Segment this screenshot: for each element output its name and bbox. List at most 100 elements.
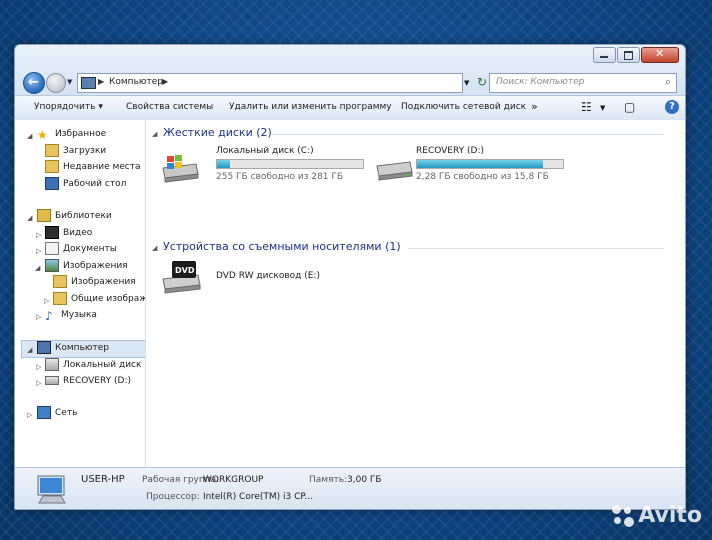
collapse-arrow-icon[interactable]: ◢ [35, 264, 40, 272]
preview-pane-icon[interactable]: ▢ [624, 100, 635, 114]
collapse-arrow-icon[interactable]: ◢ [27, 346, 32, 354]
recent-places-icon [45, 160, 59, 173]
group-divider [408, 248, 664, 249]
expand-arrow-icon[interactable]: ▷ [44, 297, 49, 305]
nav-computer[interactable]: Компьютер [37, 341, 109, 356]
maximize-button[interactable] [617, 47, 640, 63]
back-button[interactable]: ← [23, 72, 45, 94]
downloads-folder-icon [45, 144, 59, 157]
view-options-dropdown[interactable]: ▼ [600, 104, 605, 112]
dvd-drive-icon: DVD [162, 261, 201, 294]
expand-arrow-icon[interactable]: ▷ [36, 247, 41, 255]
drive-c-free-space: 255 ГБ свободно из 281 ГБ [216, 172, 344, 182]
help-icon[interactable]: ? [665, 100, 679, 114]
search-box[interactable]: Поиск: Компьютер ⌕ [489, 73, 677, 93]
breadcrumb-computer[interactable]: Компьютер [109, 77, 163, 87]
avito-logo-icon [612, 505, 635, 527]
network-icon [37, 406, 51, 419]
nav-network-label: Сеть [55, 408, 78, 418]
forward-button[interactable] [46, 73, 66, 93]
nav-my-images-label: Изображения [71, 277, 136, 287]
nav-computer-label: Компьютер [55, 343, 109, 353]
computer-icon [37, 341, 51, 354]
nav-public-images[interactable]: Общие изображе [53, 292, 145, 307]
music-icon: ♪ [45, 309, 53, 323]
minimize-button[interactable] [593, 47, 616, 63]
nav-video[interactable]: Видео [45, 226, 92, 241]
hard-disk-icon [45, 358, 59, 371]
recent-pages-dropdown[interactable]: ▼ [67, 78, 72, 86]
expand-arrow-icon[interactable]: ▷ [36, 313, 41, 321]
organize-button[interactable]: Упорядочить ▾ [34, 102, 103, 112]
dvd-badge: DVD [175, 266, 195, 275]
expand-arrow-icon[interactable]: ▷ [36, 231, 41, 239]
nav-network[interactable]: Сеть [37, 406, 77, 421]
group-divider [272, 134, 664, 135]
search-input[interactable]: Поиск: Компьютер [496, 77, 584, 87]
view-options-icon[interactable]: ☷ [581, 100, 592, 114]
address-dropdown[interactable]: ▼ [464, 79, 469, 87]
windows-drive-icon [162, 155, 199, 183]
group-removable-storage[interactable]: Устройства со съемными носителями (1) [163, 240, 401, 253]
nav-music-label: Музыка [61, 310, 97, 320]
nav-images-label: Изображения [63, 261, 128, 271]
nav-desktop-label: Рабочий стол [63, 179, 127, 189]
watermark-text: Avito [638, 503, 702, 528]
nav-recovery-label: RECOVERY (D:) [63, 376, 132, 386]
collapse-arrow-icon[interactable]: ◢ [27, 132, 32, 140]
back-arrow-icon: ← [28, 75, 39, 90]
nav-recent-places[interactable]: Недавние места [45, 160, 141, 175]
minimize-icon [600, 56, 608, 58]
expand-arrow-icon[interactable]: ▷ [36, 363, 41, 371]
nav-music[interactable]: ♪ Музыка [45, 308, 97, 323]
nav-video-label: Видео [63, 228, 93, 238]
close-button[interactable]: ✕ [641, 47, 679, 63]
group-collapse-icon[interactable]: ◢ [152, 130, 157, 138]
caption-buttons: ✕ [592, 47, 679, 63]
nav-local-disk-label: Локальный диск (C [63, 360, 146, 370]
group-hard-disks[interactable]: Жесткие диски (2) [163, 126, 272, 139]
refresh-icon[interactable]: ↻ [477, 75, 487, 89]
nav-libraries[interactable]: Библиотеки [37, 209, 112, 224]
nav-recovery[interactable]: RECOVERY (D:) [45, 374, 131, 389]
uninstall-program-button[interactable]: Удалить или изменить программу [229, 102, 392, 112]
search-icon[interactable]: ⌕ [665, 75, 671, 89]
expand-arrow-icon[interactable]: ▷ [36, 379, 41, 387]
map-network-drive-button[interactable]: Подключить сетевой диск [401, 102, 526, 112]
close-icon: ✕ [655, 47, 665, 60]
workgroup-value: WORKGROUP [203, 475, 264, 485]
group-collapse-icon[interactable]: ◢ [152, 244, 157, 252]
memory-label: Память: [309, 475, 348, 485]
drive-d-free-space: 2,28 ГБ свободно из 15,8 ГБ [416, 172, 549, 182]
folder-icon [53, 292, 67, 305]
nav-favorites[interactable]: ★ Избранное [37, 127, 106, 142]
collapse-arrow-icon[interactable]: ◢ [27, 214, 32, 222]
drive-c-name: Локальный диск (C:) [216, 146, 314, 156]
breadcrumb-separator-icon[interactable]: ▶ [162, 77, 168, 86]
avito-watermark: Avito [612, 503, 702, 528]
desktop-icon [45, 177, 59, 190]
drive-c-usage-fill [217, 160, 231, 168]
nav-my-images[interactable]: Изображения [53, 275, 136, 290]
images-library-icon [45, 259, 59, 272]
cpu-label: Процессор: [146, 492, 200, 502]
nav-desktop[interactable]: Рабочий стол [45, 177, 126, 192]
nav-downloads-label: Загрузки [63, 146, 107, 156]
organize-label: Упорядочить [34, 102, 96, 112]
nav-documents[interactable]: Документы [45, 242, 117, 257]
drive-d-usage-fill [417, 160, 543, 168]
breadcrumb-separator-icon[interactable]: ▶ [98, 77, 104, 86]
system-properties-button[interactable]: Свойства системы [126, 102, 213, 112]
nav-images[interactable]: Изображения [45, 259, 128, 274]
video-library-icon [45, 226, 59, 239]
nav-local-disk[interactable]: Локальный диск (C [45, 358, 146, 373]
expand-arrow-icon[interactable]: ▷ [27, 411, 32, 419]
title-bar: ✕ ← ▼ ▶ Компьютер ▶ ▼ ↻ Поиск: Компьютер… [15, 45, 685, 95]
hard-disk-icon [376, 161, 413, 181]
nav-downloads[interactable]: Загрузки [45, 144, 106, 159]
address-bar[interactable]: ▶ Компьютер ▶ [77, 73, 463, 93]
computer-name: USER-HP [81, 474, 125, 485]
more-commands-button[interactable]: » [531, 100, 538, 113]
navigation-pane: ◢ ★ Избранное Загрузки Недавние места Раб… [15, 120, 146, 467]
drive-d-usage-bar [416, 159, 564, 169]
